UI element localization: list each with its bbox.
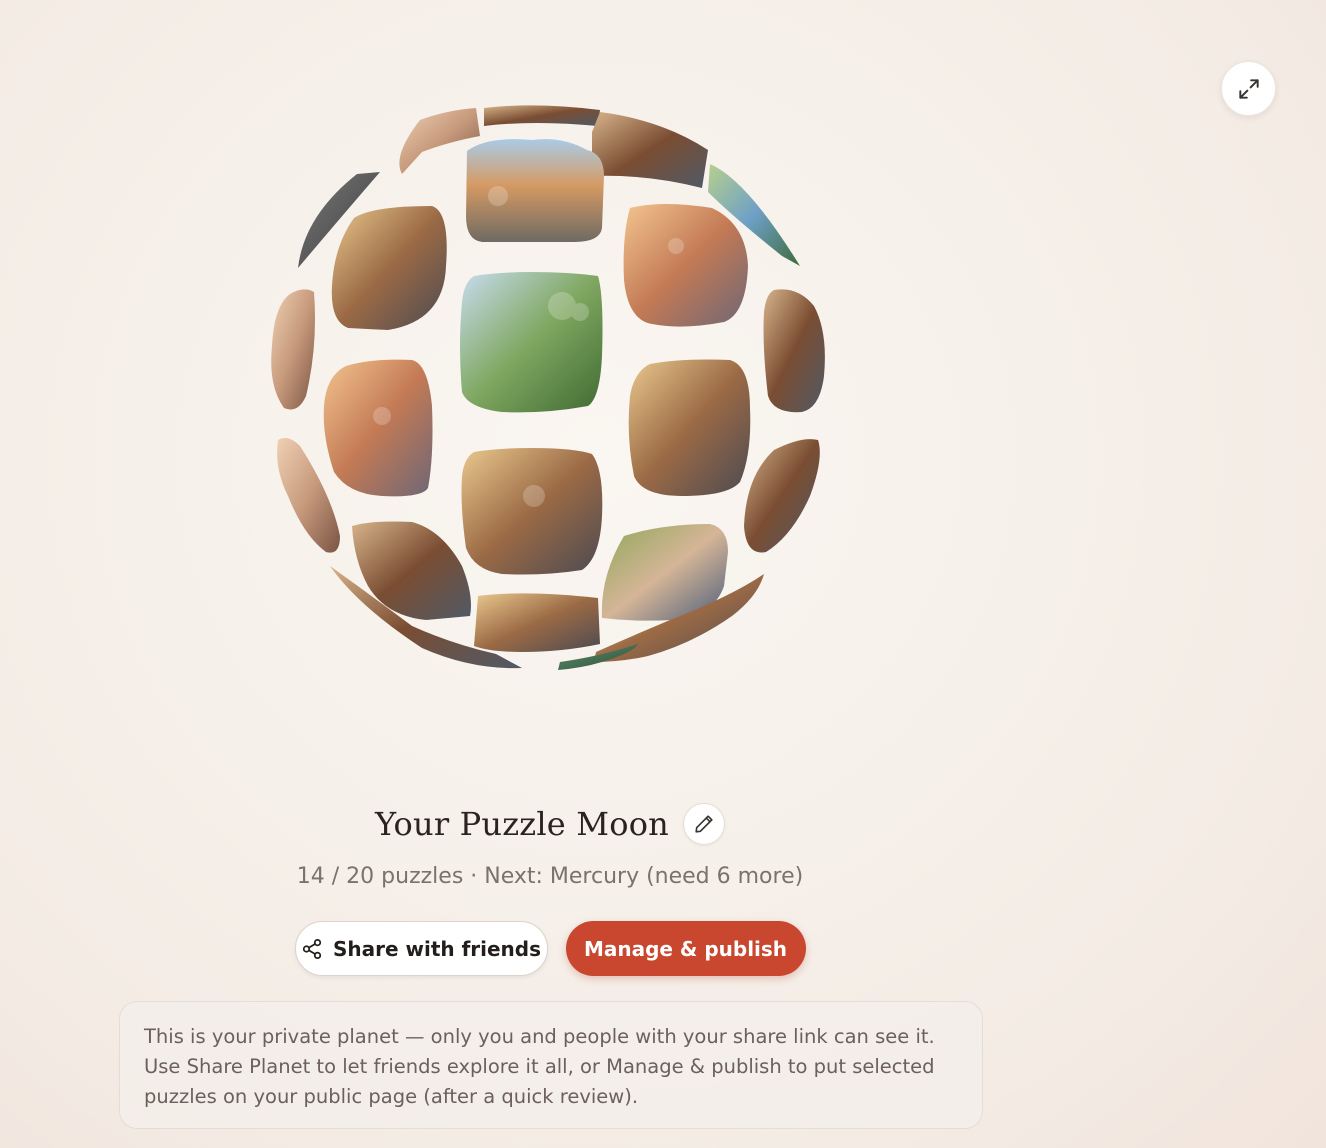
expand-button[interactable] [1221, 61, 1276, 116]
planet-title: Your Puzzle Moon [375, 805, 669, 843]
puzzle-tile[interactable] [461, 448, 603, 575]
puzzle-tile[interactable] [474, 593, 600, 652]
expand-arrows-icon [1238, 78, 1259, 99]
puzzle-tile[interactable] [484, 105, 600, 126]
puzzle-tile[interactable] [763, 289, 825, 413]
share-nodes-icon [302, 938, 322, 959]
privacy-info-text: This is your private planet — only you a… [144, 1025, 935, 1108]
puzzle-tile[interactable] [628, 359, 751, 497]
puzzle-tile[interactable] [460, 272, 603, 413]
puzzle-tile[interactable] [623, 204, 748, 327]
share-with-friends-button[interactable]: Share with friends [294, 921, 548, 976]
manage-publish-button[interactable]: Manage & publish [565, 921, 806, 976]
manage-button-label: Manage & publish [583, 936, 788, 961]
planet-progress: 14 / 20 puzzles · Next: Mercury (need 6 … [296, 864, 804, 889]
share-button-label: Share with friends [332, 936, 542, 961]
puzzle-tile[interactable] [466, 139, 604, 242]
puzzle-tile[interactable] [331, 206, 447, 330]
puzzle-tile[interactable] [744, 439, 820, 553]
pencil-icon [695, 815, 713, 833]
planet-tiles-canvas[interactable] [262, 96, 837, 681]
planet-sphere[interactable] [262, 96, 837, 681]
puzzle-tile[interactable] [323, 359, 433, 497]
edit-title-button[interactable] [683, 803, 725, 845]
privacy-info-box: This is your private planet — only you a… [119, 1001, 983, 1129]
puzzle-tile[interactable] [592, 112, 708, 188]
puzzle-tile[interactable] [271, 289, 315, 410]
